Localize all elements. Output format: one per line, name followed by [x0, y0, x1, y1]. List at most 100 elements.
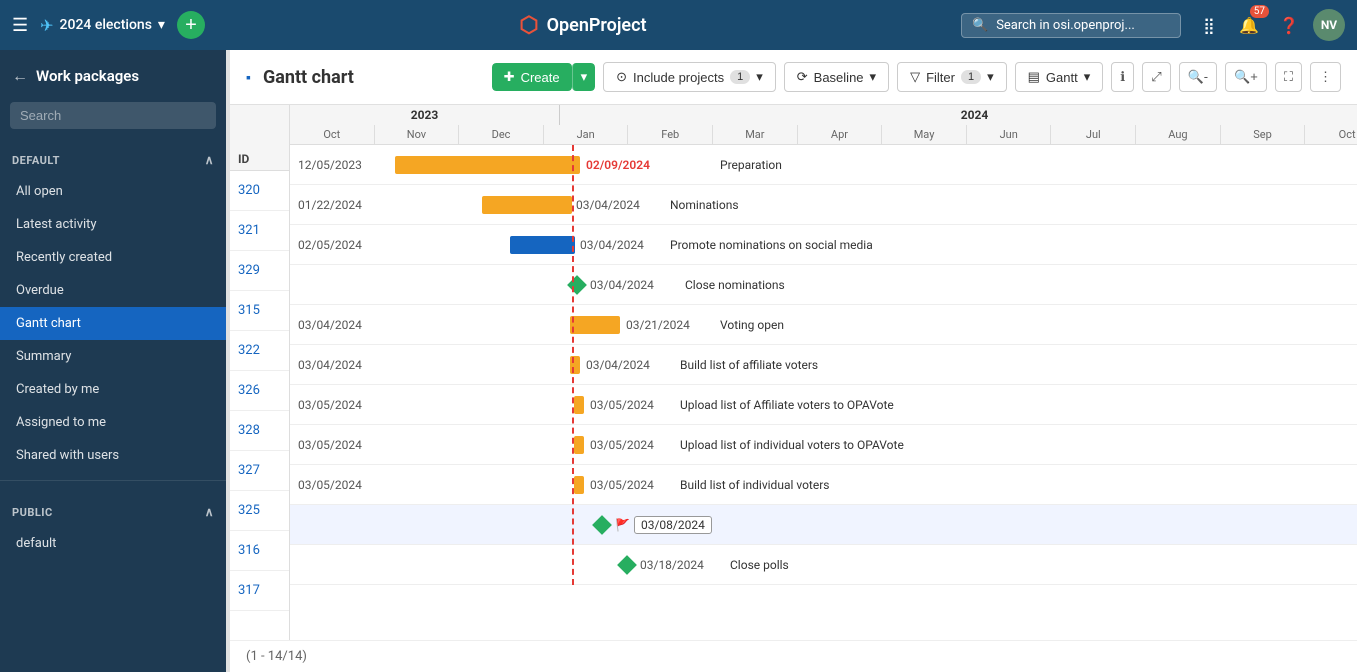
fullscreen-button[interactable]: ⛶	[1275, 62, 1302, 92]
sidebar-search-container	[10, 102, 216, 129]
task-label-329: Promote nominations on social media	[670, 238, 873, 252]
apps-icon[interactable]: ⣿	[1193, 9, 1225, 41]
month-sep-24: Sep	[1221, 125, 1306, 144]
content-header: ▪ Gantt chart ✚ Create ▾ ⊙ Include proje…	[230, 50, 1357, 105]
global-search[interactable]: 🔍 Search in osi.openproj...	[961, 13, 1181, 38]
id-cell-329[interactable]: 329	[230, 251, 289, 291]
question-icon: ❓	[1279, 16, 1299, 35]
sidebar-item-label: Summary	[16, 349, 71, 364]
pagination-text: (1 - 14/14)	[246, 649, 307, 664]
chart-row-326: 03/04/2024 03/04/2024 Build list of affi…	[290, 345, 1357, 385]
id-cell-317[interactable]: 317	[230, 571, 289, 611]
menu-icon[interactable]: ☰	[12, 15, 28, 36]
sidebar-item-all-open[interactable]: All open	[0, 175, 226, 208]
notifications-icon[interactable]: 🔔 57	[1233, 9, 1265, 41]
include-projects-button[interactable]: ⊙ Include projects 1 ▾	[603, 62, 776, 92]
chart-row-329: 02/05/2024 03/04/2024 Promote nomination…	[290, 225, 1357, 265]
project-selector[interactable]: ✈ 2024 elections ▾	[40, 16, 165, 35]
id-cell-322[interactable]: 322	[230, 331, 289, 371]
zoom-out-icon: 🔍-	[1188, 69, 1209, 85]
sidebar-item-default[interactable]: default	[0, 527, 226, 560]
baseline-button[interactable]: ⟳ Baseline ▾	[784, 62, 889, 92]
include-projects-arrow: ▾	[756, 69, 763, 85]
sidebar-search-input[interactable]	[10, 102, 216, 129]
bar-328[interactable]	[574, 396, 584, 414]
bar-321[interactable]	[482, 196, 572, 214]
sidebar-default-header[interactable]: DEFAULT ∧	[0, 145, 226, 175]
task-label-320: Preparation	[720, 158, 782, 172]
bar-322[interactable]	[570, 316, 620, 334]
baseline-icon: ⟳	[797, 69, 808, 85]
include-projects-label: Include projects	[633, 70, 724, 85]
id-cell-328[interactable]: 328	[230, 411, 289, 451]
sidebar-item-gantt-chart[interactable]: Gantt chart	[0, 307, 226, 340]
sidebar-item-created-by-me[interactable]: Created by me	[0, 373, 226, 406]
month-dec-23: Dec	[459, 125, 544, 144]
zoom-in-button[interactable]: 🔍+	[1225, 62, 1267, 92]
more-icon: ⋮	[1319, 69, 1332, 85]
sidebar-item-summary[interactable]: Summary	[0, 340, 226, 373]
end-date-329: 03/04/2024	[580, 238, 644, 252]
sidebar-item-overdue[interactable]: Overdue	[0, 274, 226, 307]
year-2024: 2024	[560, 105, 1357, 125]
add-button[interactable]: +	[177, 11, 205, 39]
sidebar-item-recently-created[interactable]: Recently created	[0, 241, 226, 274]
filter-label: Filter	[926, 70, 955, 85]
filter-count: 1	[961, 70, 981, 84]
task-label-315: Close nominations	[685, 278, 785, 292]
id-cell-326[interactable]: 326	[230, 371, 289, 411]
page-title: Gantt chart	[263, 67, 354, 88]
plus-icon: ✚	[504, 69, 515, 85]
id-cell-316[interactable]: 316	[230, 531, 289, 571]
end-date-315: 03/04/2024	[590, 278, 654, 292]
month-oct-24: Oct	[1305, 125, 1357, 144]
timeline-header: 2023 2024 Oct Nov Dec Jan Feb Mar	[290, 105, 1357, 145]
zoom-out-button[interactable]: 🔍-	[1179, 62, 1218, 92]
info-icon: ℹ	[1120, 69, 1125, 85]
bar-326[interactable]	[570, 356, 580, 374]
create-button[interactable]: ✚ Create	[492, 63, 572, 91]
chart-inner: 2023 2024 Oct Nov Dec Jan Feb Mar	[290, 105, 1357, 585]
sidebar: ← Work packages DEFAULT ∧ All open Lates…	[0, 50, 226, 672]
sidebar-public-header[interactable]: PUBLIC ∧	[0, 497, 226, 527]
create-arrow-icon: ▾	[581, 69, 588, 85]
collapse-button[interactable]: ⤢	[1142, 62, 1170, 92]
end-date-325: 03/05/2024	[590, 478, 654, 492]
create-dropdown-button[interactable]: ▾	[572, 63, 596, 91]
bell-icon: 🔔	[1239, 16, 1259, 35]
baseline-arrow: ▾	[870, 69, 877, 85]
topbar-center: ⬡ OpenProject	[217, 13, 949, 38]
gantt-view-button[interactable]: ▤ Gantt ▾	[1015, 62, 1104, 92]
month-row: Oct Nov Dec Jan Feb Mar Apr May Jun Jul	[290, 125, 1357, 144]
task-label-326: Build list of affiliate voters	[680, 358, 818, 372]
sidebar-item-shared-with-users[interactable]: Shared with users	[0, 439, 226, 472]
month-jul-24: Jul	[1051, 125, 1136, 144]
user-avatar[interactable]: NV	[1313, 9, 1345, 41]
id-cell-320[interactable]: 320	[230, 171, 289, 211]
chart-scroll[interactable]: 2023 2024 Oct Nov Dec Jan Feb Mar	[290, 105, 1357, 640]
month-mar-24: Mar	[713, 125, 798, 144]
id-cell-321[interactable]: 321	[230, 211, 289, 251]
bar-325[interactable]	[574, 476, 584, 494]
help-icon[interactable]: ❓	[1273, 9, 1305, 41]
sidebar-item-assigned-to-me[interactable]: Assigned to me	[0, 406, 226, 439]
more-button[interactable]: ⋮	[1310, 62, 1341, 92]
chart-row-328: 03/05/2024 03/05/2024 Upload list of Aff…	[290, 385, 1357, 425]
sidebar-back-icon[interactable]: ←	[12, 66, 28, 86]
bar-329[interactable]	[510, 236, 575, 254]
id-cell-325[interactable]: 325	[230, 491, 289, 531]
notifications-badge: 57	[1250, 5, 1269, 18]
month-oct-23: Oct	[290, 125, 375, 144]
info-button[interactable]: ℹ	[1111, 62, 1134, 92]
gantt-scroll[interactable]: ID 320 321 329 315 322 326 328 327 325 3…	[230, 105, 1357, 640]
filter-button[interactable]: ▽ Filter 1 ▾	[897, 62, 1007, 92]
id-cell-315[interactable]: 315	[230, 291, 289, 331]
month-nov-23: Nov	[375, 125, 460, 144]
end-date-320: 02/09/2024	[586, 158, 650, 172]
bar-320[interactable]	[395, 156, 580, 174]
sidebar-item-latest-activity[interactable]: Latest activity	[0, 208, 226, 241]
project-name: 2024 elections	[60, 17, 152, 33]
start-date-325: 03/05/2024	[298, 478, 362, 492]
id-cell-327[interactable]: 327	[230, 451, 289, 491]
bar-327[interactable]	[574, 436, 584, 454]
